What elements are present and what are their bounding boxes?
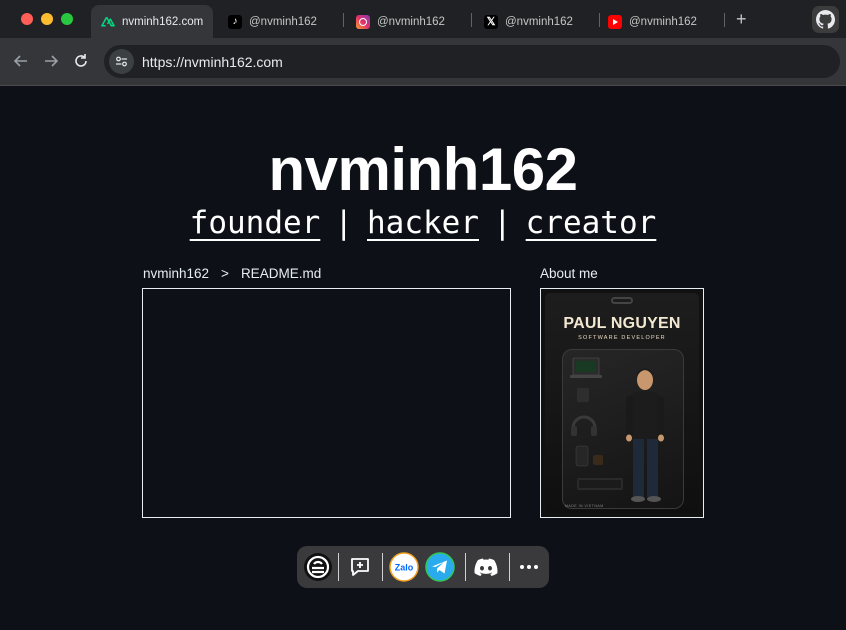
role-links: founder | hacker | creator [0,205,846,241]
minimize-window-button[interactable] [41,13,53,25]
dock-divider [382,553,383,581]
reload-icon[interactable] [72,52,90,70]
message-plus-icon[interactable] [345,552,375,582]
action-figure-package: PAUL NGUYEN SOFTWARE DEVELOPER MADE IN V… [545,293,699,513]
package-hanger [611,297,633,304]
url-text[interactable]: https://nvminh162.com [142,54,283,70]
tab-divider [724,13,725,27]
page-title: nvminh162 [268,136,578,203]
forward-arrow-icon[interactable] [42,52,60,70]
breadcrumb-user[interactable]: nvminh162 [143,266,209,281]
figure-footnote: MADE IN VIETNAM [565,504,604,508]
readme-panel [142,288,511,518]
about-me-label: About me [540,266,598,281]
github-icon[interactable] [812,6,839,33]
creator-link[interactable]: creator [526,205,657,241]
address-bar[interactable]: https://nvminh162.com [104,45,840,78]
app-logo-icon[interactable] [303,552,333,582]
hacker-link[interactable]: hacker [367,205,479,241]
telegram-icon[interactable] [425,552,455,582]
tab-divider [343,13,344,27]
zalo-icon[interactable]: Zalo [389,552,419,582]
tab-x[interactable]: 𝕏 @nvminh162 [474,5,596,38]
tab-label: @nvminh162 [505,15,573,28]
browser-toolbar: https://nvminh162.com [0,38,846,86]
tiktok-icon: ♪ [228,14,242,29]
browser-tab-bar: nvminh162.com ♪ @nvminh162 @nvminh162 𝕏 … [0,0,846,38]
instagram-icon [356,14,370,29]
breadcrumb-file[interactable]: README.md [241,266,321,281]
figure-illustration [570,357,664,502]
dock-divider [509,553,510,581]
profile-photo: PAUL NGUYEN SOFTWARE DEVELOPER MADE IN V… [540,288,704,518]
more-icon[interactable] [514,552,544,582]
tab-label: @nvminh162 [629,15,697,28]
back-arrow-icon[interactable] [12,52,30,70]
dock-divider [465,553,466,581]
role-separator: | [334,205,353,241]
tab-label: @nvminh162 [249,15,317,28]
tab-youtube[interactable]: @nvminh162 [598,5,720,38]
zalo-text: Zalo [395,563,414,573]
nuxt-icon [101,15,115,29]
tab-tiktok[interactable]: ♪ @nvminh162 [218,5,340,38]
figure-blister [562,349,684,509]
tab-label: nvminh162.com [122,15,204,28]
figure-name: PAUL NGUYEN [563,315,681,332]
social-dock: Zalo [297,546,549,588]
breadcrumb: nvminh162 > README.md [143,266,321,281]
maximize-window-button[interactable] [61,13,73,25]
discord-icon[interactable] [471,552,501,582]
breadcrumb-arrow: > [221,266,229,281]
new-tab-button[interactable]: + [736,10,747,28]
youtube-icon [608,14,622,29]
founder-link[interactable]: founder [190,205,321,241]
tab-divider [471,13,472,27]
site-settings-icon[interactable] [109,49,134,74]
tab-nvminh162-com[interactable]: nvminh162.com [91,5,213,38]
dock-divider [338,553,339,581]
role-separator: | [492,205,512,241]
close-window-button[interactable] [21,13,33,25]
tab-instagram[interactable]: @nvminh162 [346,5,468,38]
tab-label: @nvminh162 [377,15,445,28]
x-icon: 𝕏 [484,14,498,29]
figure-role: SOFTWARE DEVELOPER [578,335,666,341]
